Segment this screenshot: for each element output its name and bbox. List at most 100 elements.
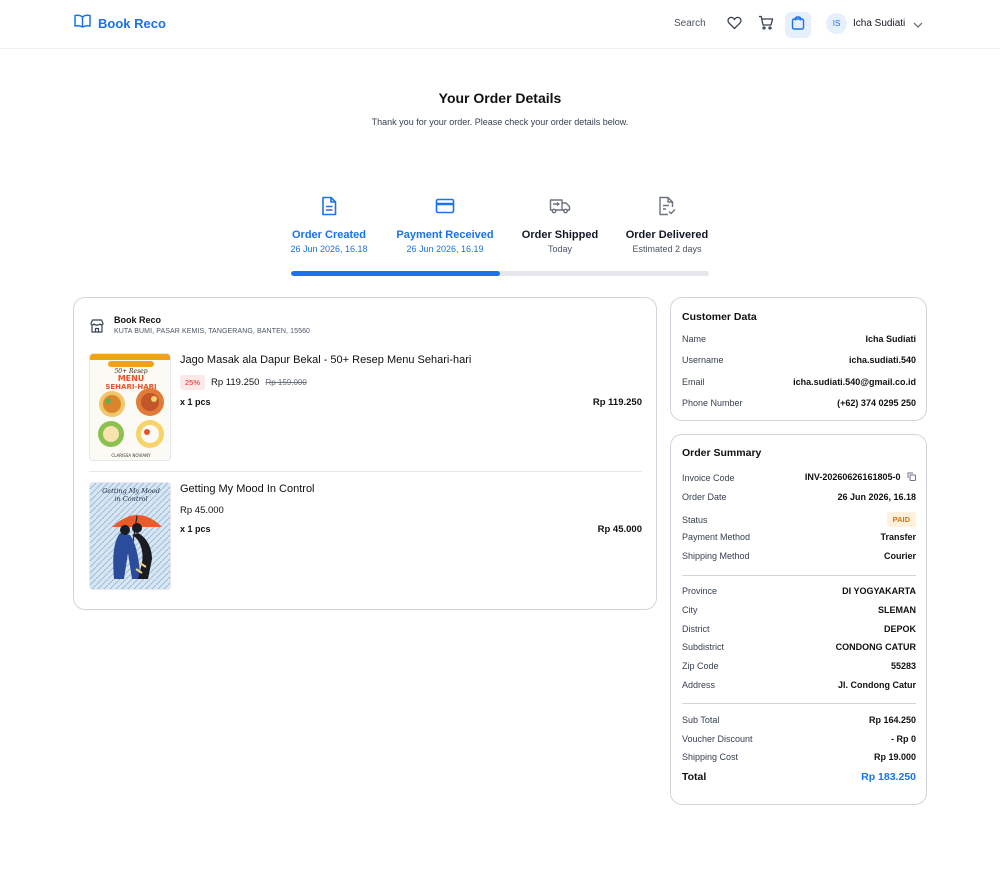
field-label: Username [682,355,724,365]
shipping-cost-row: Shipping Cost Rp 19.000 [682,752,916,762]
subtotal-row: Sub Total Rp 164.250 [682,715,916,725]
card-title: Order Summary [682,447,762,459]
customer-name-row: Name Icha Sudiati [682,334,916,344]
cart-icon [758,15,774,35]
field-label: Email [682,377,705,387]
total-row: Total Rp 183.250 [682,771,916,783]
book-cover-image[interactable]: 50+ Resep MENU SEHARI-HARI CLARISSA NOVI… [89,353,171,461]
step-label: Order Created [292,229,366,241]
store-address: KUTA BUMI, PASAR KEMIS, TANGERANG, BANTE… [114,328,311,335]
item-price: Rp 45.000 [180,505,224,516]
divider [682,575,916,576]
step-date: 26 Jun 2026, 16.18 [290,244,368,254]
invoice-value: INV-20260626161805-0 [805,472,916,483]
step-label: Payment Received [396,229,494,241]
book-cover-image[interactable]: Getting My Mood in Control [89,482,171,590]
field-value: icha.sudiati.540 [848,355,916,365]
field-value: 26 Jun 2026, 16.18 [837,492,916,502]
item-price-line: Rp 45.000 [180,505,224,516]
shopping-bag-icon [791,15,805,35]
discount-badge: 25% [180,375,206,390]
card-title: Customer Data [682,311,757,323]
field-label: Shipping Method [682,551,750,561]
field-value: (+62) 374 0295 250 [837,398,916,408]
copy-icon[interactable] [907,472,916,483]
user-menu[interactable]: IS Icha Sudiati [826,13,923,34]
avatar: IS [826,13,847,34]
item-title[interactable]: Getting My Mood In Control [180,483,315,495]
district-row: District DEPOK [682,624,916,634]
heart-icon [726,16,742,35]
credit-card-icon [385,194,505,218]
page-title: Your Order Details [438,90,562,106]
field-label: Phone Number [682,398,743,408]
order-summary-card: Order Summary Invoice Code INV-202606261… [670,434,927,805]
status-row: Status PAID [682,512,916,527]
field-value: Rp 164.250 [868,715,916,725]
truck-icon [500,194,620,218]
address-row: Address Jl. Condong Catur [682,680,916,690]
field-label: Status [682,514,708,525]
step-payment-received: Payment Received 26 Jun 2026, 16.19 [385,194,505,254]
step-label: Order Shipped [521,229,599,241]
city-row: City SLEMAN [682,605,916,615]
field-value: SLEMAN [878,605,916,615]
document-check-icon [607,194,727,218]
field-value: Courier [883,551,916,561]
store-info: Book Reco KUTA BUMI, PASAR KEMIS, TANGER… [90,315,310,338]
divider [89,471,642,472]
field-label: Invoice Code [682,472,735,483]
document-icon [269,194,389,218]
field-label: Voucher Discount [682,734,753,744]
step-label: Order Delivered [625,229,709,241]
cart-button[interactable] [753,12,779,38]
province-row: Province DI YOGYAKARTA [682,586,916,596]
item-total: Rp 119.250 [592,397,642,408]
invoice-code: INV-20260626161805-0 [804,472,901,482]
field-value: Jl. Condong Catur [838,680,916,690]
invoice-row: Invoice Code INV-20260626161805-0 [682,472,916,483]
field-value: 55283 [890,661,916,671]
zip-code-row: Zip Code 55283 [682,661,916,671]
total-label: Total [682,771,707,783]
field-label: Subdistrict [682,642,725,652]
status-badge: PAID [886,512,916,527]
orders-button[interactable] [785,12,811,38]
field-label: District [682,624,710,634]
store-icon [90,319,104,338]
top-nav: Book Reco Search IS Icha Sudiati [0,0,1000,49]
original-price: Rp 159.000 [265,378,307,387]
voucher-discount-row: Voucher Discount - Rp 0 [682,734,916,744]
shipping-method-row: Shipping Method Courier [682,551,916,561]
order-items-card: Book Reco KUTA BUMI, PASAR KEMIS, TANGER… [73,297,657,610]
chevron-down-icon [913,15,923,33]
field-label: Payment Method [682,532,751,542]
field-value: icha.sudiati.540@gmail.co.id [793,377,916,387]
field-value: Transfer [880,532,916,542]
field-label: Order Date [682,492,727,502]
step-date: Today [547,244,573,254]
order-item: Getting My Mood in Control Getting My Mo… [89,482,642,592]
step-order-created: Order Created 26 Jun 2026, 16.18 [269,194,389,254]
customer-phone-row: Phone Number (+62) 374 0295 250 [682,398,916,408]
field-value: - Rp 0 [890,734,916,744]
brand-logo[interactable]: Book Reco [74,14,166,33]
item-quantity: x 1 pcs [180,397,211,407]
field-value: Icha Sudiati [865,334,916,344]
item-price: Rp 119.250 [211,377,260,388]
field-label: Shipping Cost [682,752,739,762]
user-name: Icha Sudiati [853,18,906,29]
field-value: DI YOGYAKARTA [842,586,916,596]
field-label: Name [682,334,707,344]
search-link[interactable]: Search [674,18,706,29]
field-value: CONDONG CATUR [835,642,916,652]
item-title[interactable]: Jago Masak ala Dapur Bekal - 50+ Resep M… [180,354,471,366]
cover-text: Getting My Mood [102,487,160,495]
cover-text: CLARISSA NOVIANY [111,453,151,458]
cover-text: MENU [118,374,145,383]
store-name: Book Reco [114,315,162,325]
total-value: Rp 183.250 [861,771,916,783]
open-book-icon [74,14,91,33]
field-label: Zip Code [682,661,719,671]
wishlist-button[interactable] [721,12,747,38]
